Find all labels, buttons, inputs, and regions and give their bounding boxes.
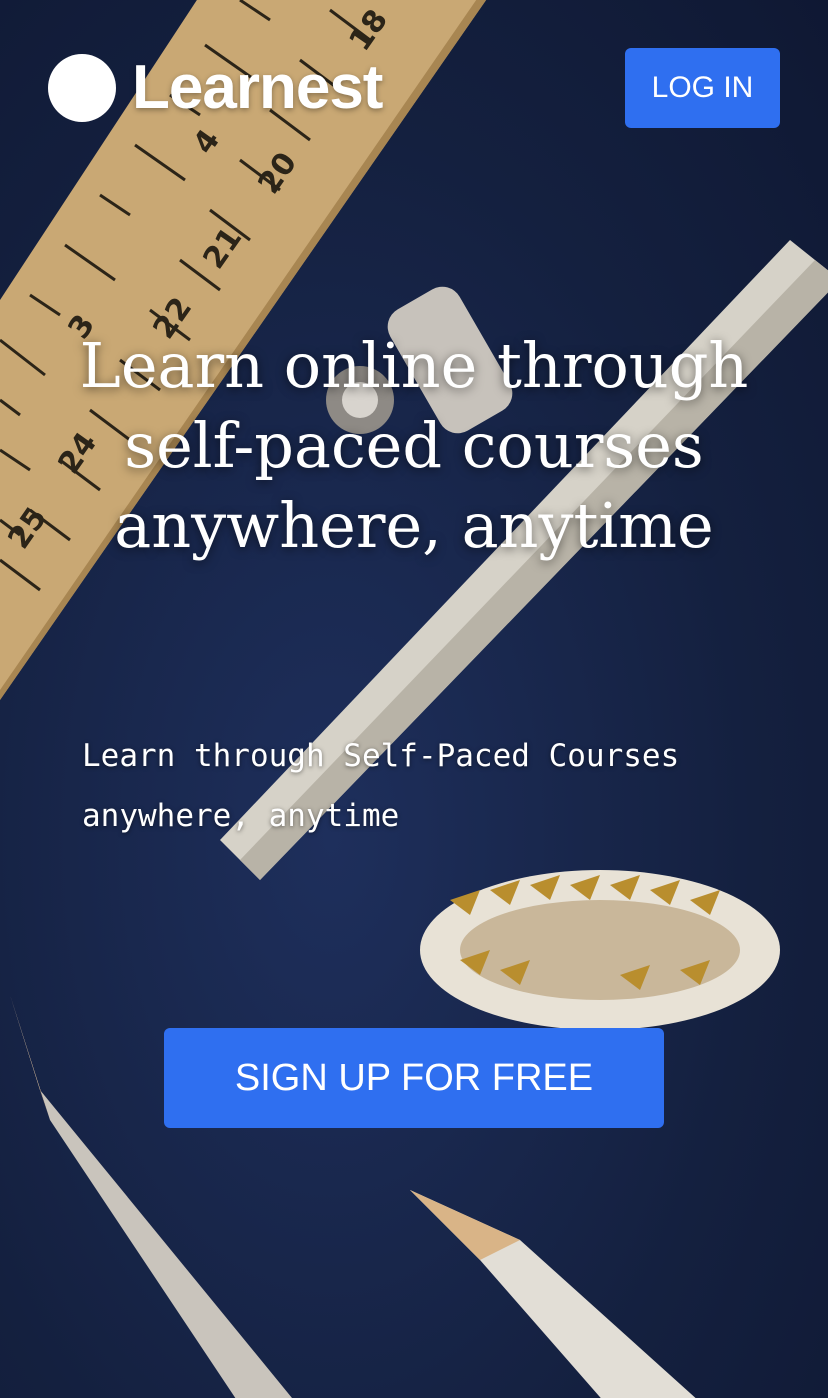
pencil-lower-right-image [410,1190,696,1398]
hero-background-image: 18 20 21 22 24 25 3 4 [0,0,828,1398]
subtext-line: Learn through Self-Paced Courses [82,738,680,774]
hero-subtext: Learn through Self-Paced Courses anywher… [82,726,782,846]
headline-line: Learn online through [79,329,749,402]
logo-circle-icon [48,53,116,122]
subtext-line: anywhere, anytime [82,798,400,834]
tape-roll-image [420,870,780,1030]
headline-line: anywhere, anytime [114,489,714,562]
headline-line: self-paced courses [124,409,704,482]
brand-logo[interactable]: Learnest [48,52,383,123]
login-button[interactable]: LOG IN [625,48,780,128]
hero-headline: Learn online through self-paced courses … [40,326,788,566]
signup-button[interactable]: SIGN UP FOR FREE [164,1028,664,1128]
hero-section: 18 20 21 22 24 25 3 4 Learnest LOG IN Le… [0,0,828,1398]
brand-name: Learnest [132,53,383,122]
